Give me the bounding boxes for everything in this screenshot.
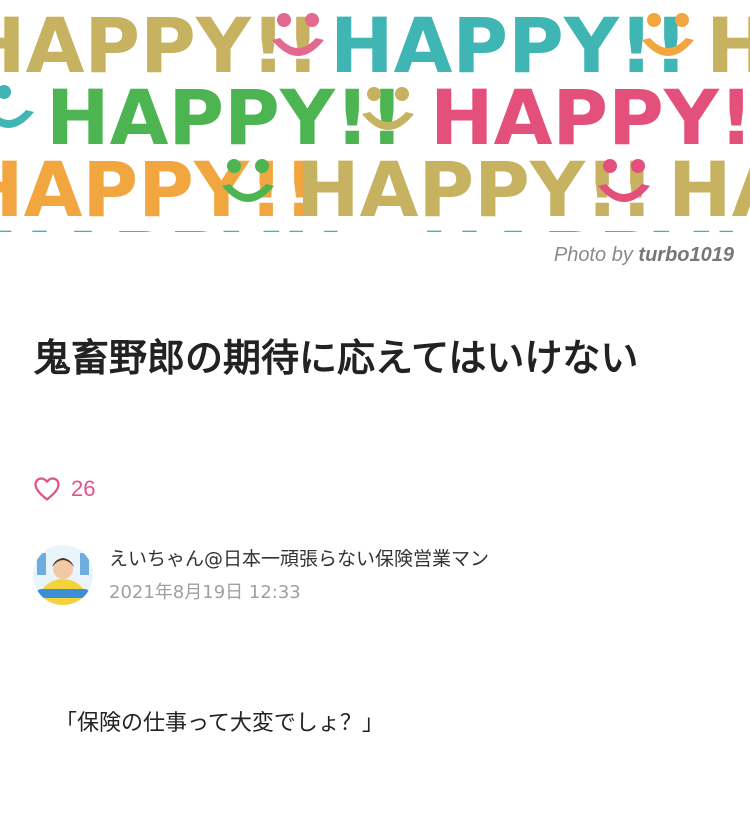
heart-outline-icon[interactable] bbox=[33, 476, 61, 502]
like-count: 26 bbox=[71, 476, 96, 501]
smile-icon bbox=[0, 85, 34, 128]
avatar[interactable] bbox=[33, 545, 93, 605]
happy-pattern-image: HAPPY!! HAPPY!! H HAPPY!! HAPPY!! bbox=[0, 1, 750, 232]
banner-word: HAPPY!! bbox=[0, 215, 348, 232]
author-name[interactable]: えいちゃん@日本一頑張らない保険営業マン bbox=[109, 545, 489, 573]
photo-credit: Photo by turbo1019 bbox=[554, 244, 734, 267]
article-title: 鬼畜野郎の期待に応えてはいけない bbox=[33, 336, 639, 380]
article-body-first-line: 「保険の仕事って大変でしょ？」 bbox=[55, 711, 384, 736]
author-avatar-image bbox=[33, 545, 93, 605]
author-block[interactable]: えいちゃん@日本一頑張らない保険営業マン 2021年8月19日 12:33 bbox=[33, 545, 489, 607]
photo-credit-prefix: Photo by bbox=[553, 244, 639, 266]
header-image: HAPPY!! HAPPY!! H HAPPY!! HAPPY!! bbox=[0, 0, 750, 232]
like-button[interactable]: 26 bbox=[33, 476, 95, 502]
banner-word: HAPPY!! bbox=[420, 215, 750, 232]
publish-date: 2021年8月19日 12:33 bbox=[109, 582, 301, 603]
photo-credit-author[interactable]: turbo1019 bbox=[638, 244, 734, 266]
